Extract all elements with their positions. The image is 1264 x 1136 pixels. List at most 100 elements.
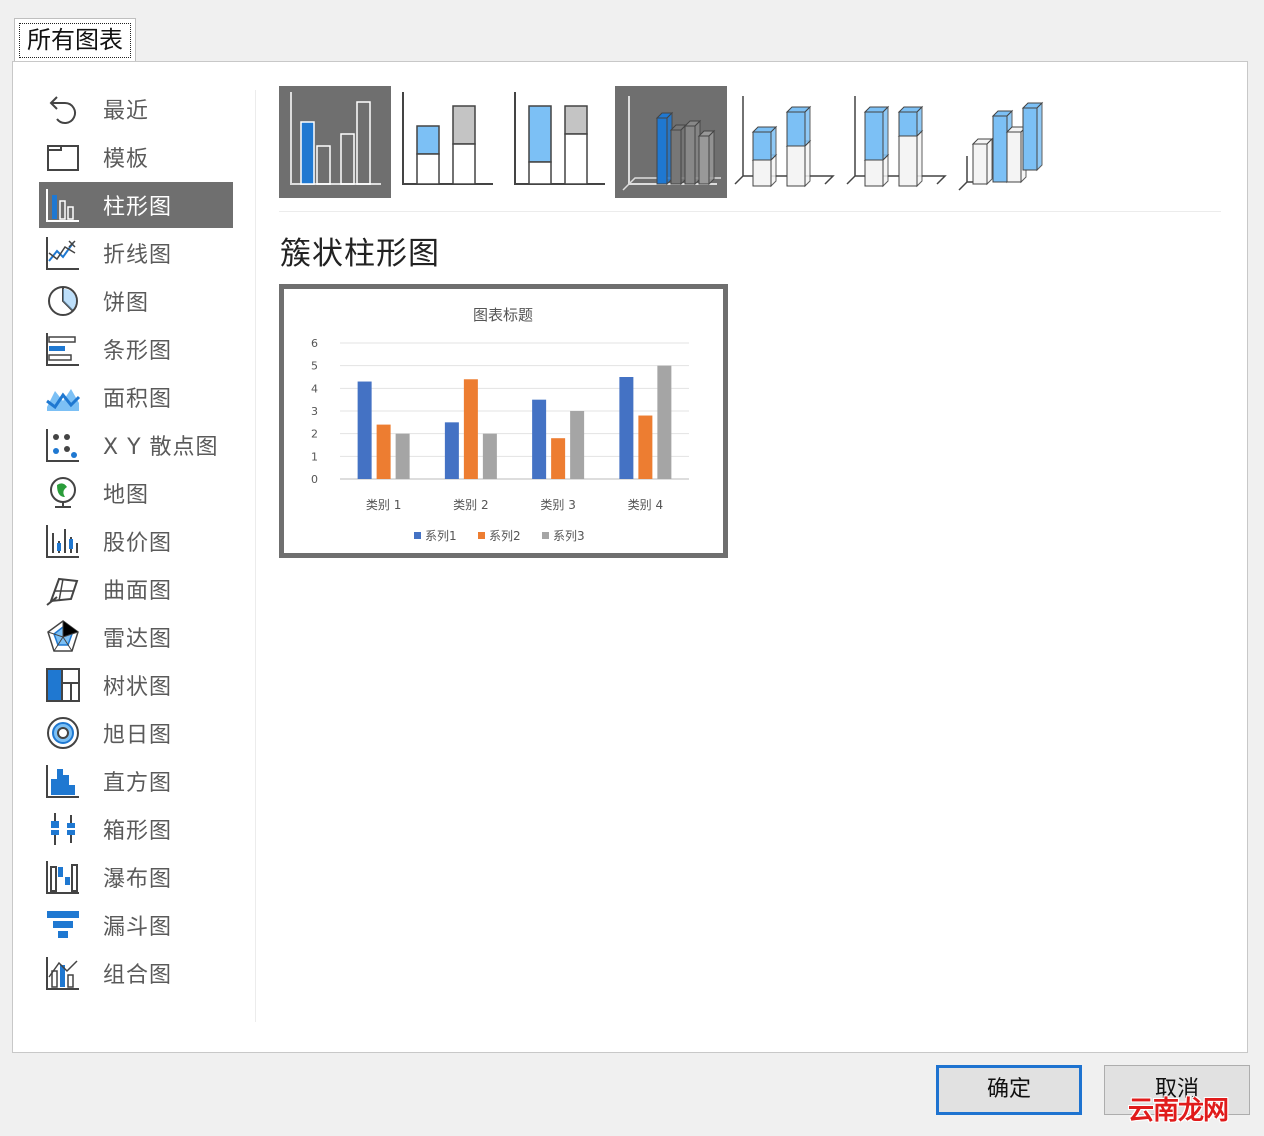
x-tick-label: 类别 1 [366, 498, 401, 512]
bar-2-4 [638, 415, 653, 479]
bar-3-1 [395, 433, 410, 479]
sidebar-item-bar-chart[interactable]: 条形图 [39, 326, 233, 372]
sidebar-item-combo-chart[interactable]: 组合图 [39, 950, 233, 996]
y-tick-label: 5 [311, 360, 318, 373]
sidebar-item-waterfall[interactable]: 瀑布图 [39, 854, 233, 900]
pie-chart-icon [43, 281, 83, 321]
3d-stacked-column-button[interactable] [727, 86, 839, 198]
clustered-column-icon [281, 86, 389, 198]
legend-label-2: 系列2 [489, 529, 521, 543]
percent-stacked-column-button[interactable] [503, 86, 615, 198]
sidebar-item-label: 瀑布图 [103, 867, 173, 892]
chart-picker-panel: 最近模板柱形图折线图饼图条形图面积图 X Y 散点图地图股价图曲面图雷达图树状图旭… [12, 61, 1248, 1053]
sidebar-item-surface-chart[interactable]: 曲面图 [39, 566, 233, 612]
area-chart-icon [43, 377, 83, 417]
sidebar-item-label: 雷达图 [103, 627, 173, 652]
recent-icon [43, 89, 83, 129]
sidebar-item-label: 组合图 [103, 963, 173, 988]
percent-stacked-column-icon [505, 86, 613, 198]
sunburst-icon [43, 713, 83, 753]
x-tick-label: 类别 2 [453, 498, 488, 512]
3d-column-icon [953, 86, 1061, 198]
legend-swatch-3 [542, 532, 549, 539]
bar-2-2 [463, 379, 478, 479]
chart-type-sidebar: 最近模板柱形图折线图饼图条形图面积图 X Y 散点图地图股价图曲面图雷达图树状图旭… [39, 86, 233, 998]
stacked-column-icon [393, 86, 501, 198]
sidebar-item-box-whisker[interactable]: 箱形图 [39, 806, 233, 852]
3d-percent-stacked-column-icon [841, 86, 949, 198]
sidebar-item-label: 股价图 [103, 531, 173, 556]
y-tick-label: 1 [311, 450, 318, 463]
legend-swatch-1 [414, 532, 421, 539]
line-chart-icon [43, 233, 83, 273]
3d-clustered-column-icon [617, 86, 725, 198]
3d-column-button[interactable] [951, 86, 1063, 198]
waterfall-icon [43, 857, 83, 897]
sidebar-item-label: 饼图 [103, 291, 150, 316]
clustered-column-button[interactable] [279, 86, 391, 198]
bar-3-2 [482, 433, 497, 479]
chart-preview[interactable]: 图表标题 0 1 2 3 4 5 6 类别 1 类别 2 类别 3 类别 4 系列1 系列2 系列3 [279, 284, 728, 558]
tab-all-charts[interactable]: 所有图表 [14, 18, 136, 62]
histogram-icon [43, 761, 83, 801]
y-tick-label: 6 [311, 337, 318, 350]
sidebar-item-pie-chart[interactable]: 饼图 [39, 278, 233, 324]
surface-chart-icon [43, 569, 83, 609]
sidebar-item-label: 面积图 [103, 387, 173, 412]
ok-button[interactable]: 确定 [936, 1065, 1082, 1115]
bar-2-3 [551, 438, 566, 479]
preview-chart-svg: 图表标题 0 1 2 3 4 5 6 类别 1 类别 2 类别 3 类别 4 系列1 系列2 系列3 [311, 306, 689, 543]
sidebar-item-template-folder[interactable]: 模板 [39, 134, 233, 180]
sidebar-item-treemap[interactable]: 树状图 [39, 662, 233, 708]
bar-1-1 [357, 381, 372, 479]
sidebar-item-histogram[interactable]: 直方图 [39, 758, 233, 804]
bar-chart-icon [43, 329, 83, 369]
chart-subtype-strip [279, 86, 1063, 198]
treemap-icon [43, 665, 83, 705]
bar-1-4 [619, 377, 634, 479]
sidebar-item-recent[interactable]: 最近 [39, 86, 233, 132]
sidebar-item-label: 柱形图 [103, 195, 173, 220]
sidebar-item-stock-chart[interactable]: 股价图 [39, 518, 233, 564]
stock-chart-icon [43, 521, 83, 561]
sidebar-item-sunburst[interactable]: 旭日图 [39, 710, 233, 756]
sidebar-divider [255, 90, 256, 1022]
sidebar-item-label: 箱形图 [103, 819, 173, 844]
y-tick-label: 0 [311, 473, 318, 486]
sidebar-item-label: 旭日图 [103, 723, 173, 748]
sidebar-item-funnel[interactable]: 漏斗图 [39, 902, 233, 948]
legend-label-1: 系列1 [425, 529, 457, 543]
combo-chart-icon [43, 953, 83, 993]
sidebar-item-radar-chart[interactable]: 雷达图 [39, 614, 233, 660]
chart-subtype-title: 簇状柱形图 [280, 236, 440, 272]
bar-1-2 [444, 422, 459, 479]
legend-swatch-2 [478, 532, 485, 539]
bar-3-4 [657, 365, 672, 479]
y-tick-label: 3 [311, 405, 318, 418]
sidebar-item-label: 地图 [103, 483, 150, 508]
sidebar-item-scatter-chart[interactable]: X Y 散点图 [39, 422, 233, 468]
3d-clustered-column-button[interactable] [615, 86, 727, 198]
sidebar-item-label: 条形图 [103, 339, 173, 364]
template-folder-icon [43, 137, 83, 177]
bar-3-3 [570, 411, 585, 479]
legend-label-3: 系列3 [553, 529, 585, 543]
box-whisker-icon [43, 809, 83, 849]
x-tick-label: 类别 4 [628, 498, 663, 512]
stacked-column-button[interactable] [391, 86, 503, 198]
sidebar-item-label: 树状图 [103, 675, 173, 700]
sidebar-item-label: 最近 [103, 99, 150, 124]
y-tick-label: 4 [311, 382, 318, 395]
funnel-icon [43, 905, 83, 945]
sidebar-item-area-chart[interactable]: 面积图 [39, 374, 233, 420]
sidebar-item-column-chart[interactable]: 柱形图 [39, 182, 233, 228]
sidebar-item-label: 曲面图 [103, 579, 173, 604]
sidebar-item-map-globe[interactable]: 地图 [39, 470, 233, 516]
sidebar-item-label: 直方图 [103, 771, 173, 796]
sidebar-item-line-chart[interactable]: 折线图 [39, 230, 233, 276]
watermark-logo: 云南龙网 [1128, 1096, 1229, 1126]
radar-chart-icon [43, 617, 83, 657]
scatter-chart-icon [43, 425, 83, 465]
x-tick-label: 类别 3 [540, 498, 575, 512]
3d-percent-stacked-column-button[interactable] [839, 86, 951, 198]
